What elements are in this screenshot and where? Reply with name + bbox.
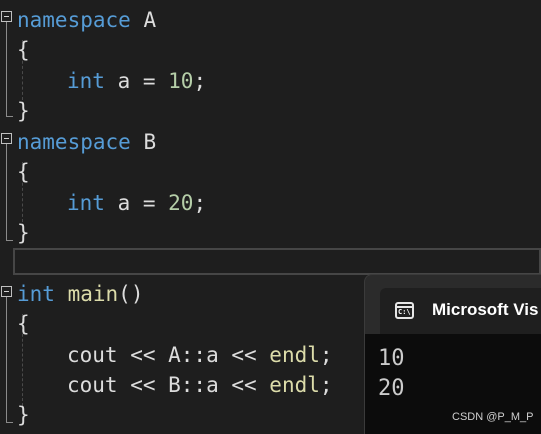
watermark-text: CSDN @P_M_P (452, 411, 534, 423)
number-token: 20 (168, 191, 194, 215)
brace-token: } (17, 99, 30, 123)
code-token: cout << A::a << (67, 343, 270, 367)
brace-token: } (17, 221, 30, 245)
console-window[interactable]: C:\ Microsoft Vis 10 20 (364, 274, 541, 434)
console-icon-label: C:\ (398, 308, 411, 316)
code-editor[interactable]: namespace A { int a = 10; } namespace B … (0, 0, 541, 434)
keyword-token: int (17, 282, 55, 306)
code-line[interactable]: { (0, 157, 541, 187)
code-line[interactable]: namespace A (0, 5, 541, 35)
console-output-line: 10 (378, 346, 405, 371)
code-token: B (130, 130, 157, 154)
code-token: cout << B::a << (67, 373, 270, 397)
code-token: ; (193, 191, 207, 215)
brace-token: } (17, 403, 30, 427)
console-app-icon: C:\ (395, 302, 414, 319)
code-line[interactable]: int a = 20; (0, 188, 541, 218)
keyword-token: int (67, 191, 105, 215)
code-line[interactable]: } (0, 218, 541, 248)
current-line-highlight (13, 248, 541, 275)
code-line[interactable]: } (0, 96, 541, 126)
console-output-line: 20 (378, 376, 405, 401)
function-name-token: endl (269, 343, 320, 367)
code-token: a = (104, 69, 169, 93)
number-token: 10 (168, 69, 194, 93)
code-token: ; (193, 69, 207, 93)
code-token: ; (319, 373, 333, 397)
code-token: ; (319, 343, 333, 367)
code-token: A (130, 8, 157, 32)
console-title: Microsoft Vis (432, 300, 539, 319)
keyword-token: namespace (17, 130, 131, 154)
code-line[interactable]: { (0, 35, 541, 65)
brace-token: { (17, 312, 30, 336)
function-name-token: main (67, 282, 119, 306)
code-line[interactable]: int a = 10; (0, 66, 541, 96)
brace-token: { (17, 160, 30, 184)
code-token: a = (104, 191, 169, 215)
code-line[interactable]: namespace B (0, 127, 541, 157)
function-name-token: endl (269, 373, 320, 397)
code-token: () (118, 282, 144, 306)
brace-token: { (17, 38, 30, 62)
keyword-token: namespace (17, 8, 131, 32)
console-tab[interactable]: C:\ Microsoft Vis (380, 288, 541, 334)
keyword-token: int (67, 69, 105, 93)
